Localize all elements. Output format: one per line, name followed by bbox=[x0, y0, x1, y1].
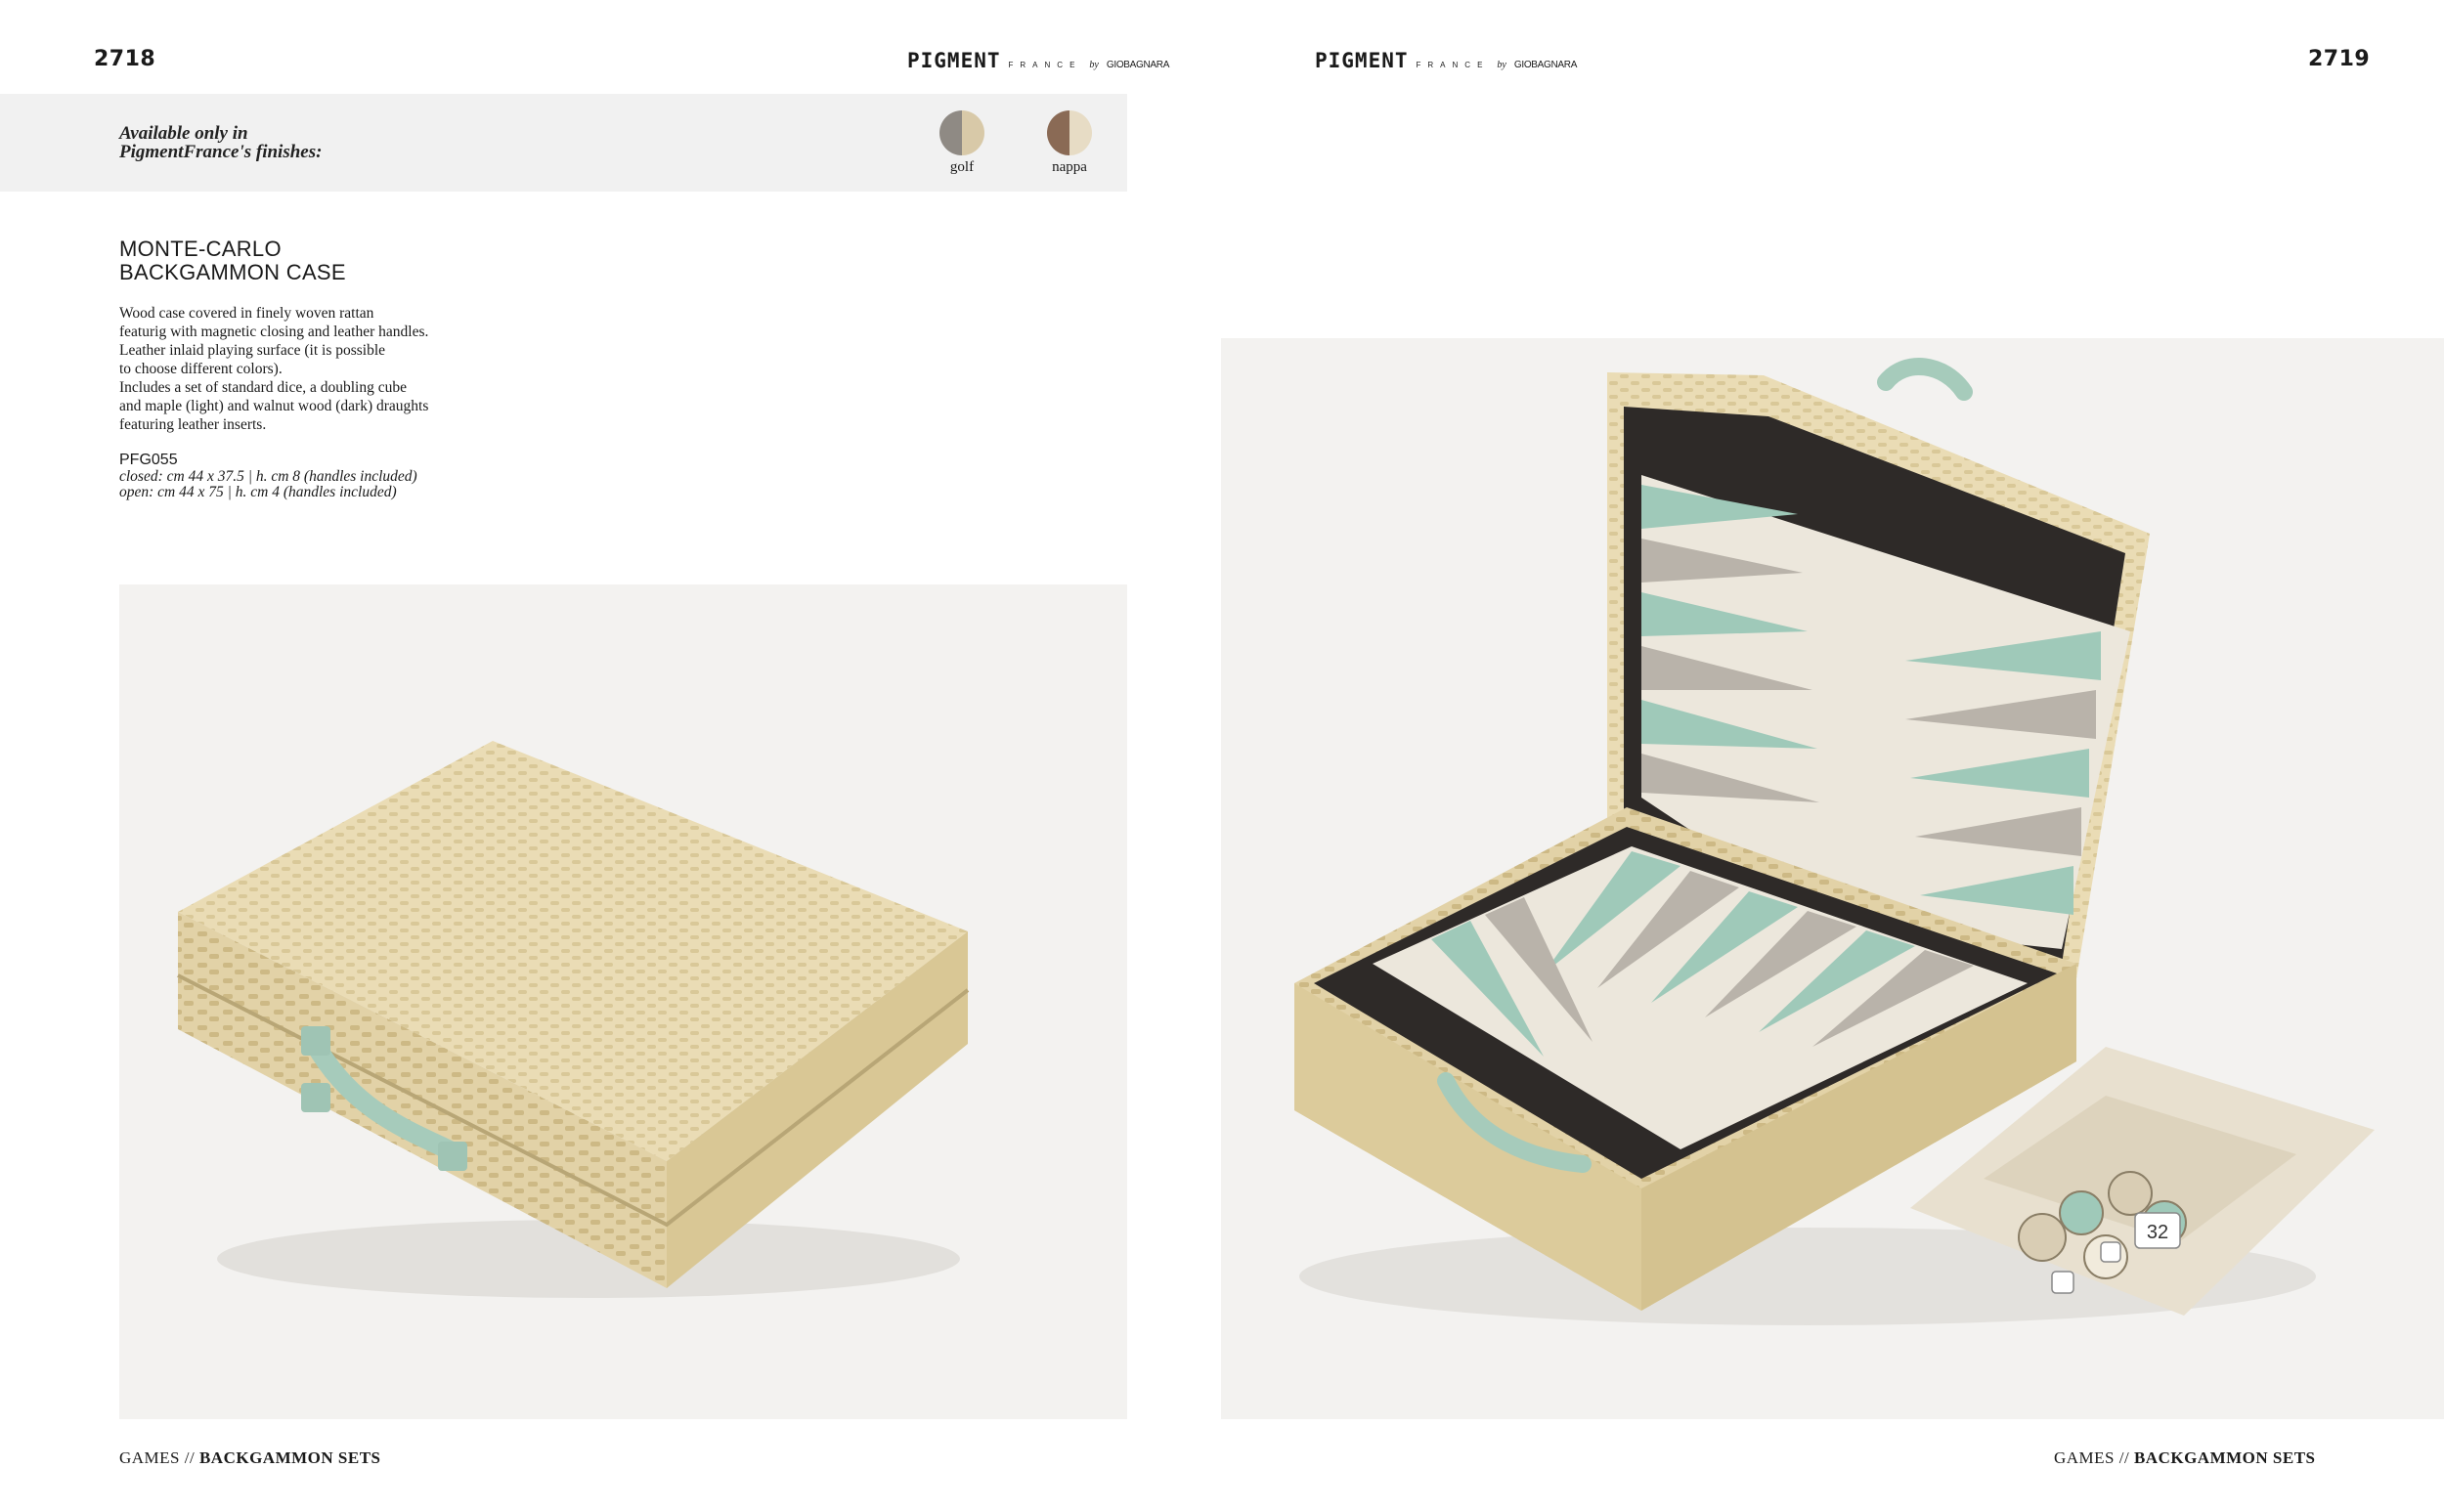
product-code: PFG055 bbox=[119, 452, 178, 468]
photo-closed-case bbox=[119, 584, 1127, 1419]
open-case-illustration: 32 bbox=[1294, 358, 2375, 1325]
product-title: MONTE-CARLO BACKGAMMON CASE bbox=[119, 238, 346, 284]
description-line: Includes a set of standard dice, a doubl… bbox=[119, 379, 407, 396]
brand-name: PIGMENT bbox=[1315, 49, 1409, 72]
finish-swatch-golf bbox=[939, 110, 984, 155]
brand-logo-left: PIGMENT FRANCE by GIOBAGNARA bbox=[907, 49, 1169, 72]
finish-label-nappa: nappa bbox=[1052, 159, 1087, 175]
finishes-intro-line1: Available only in bbox=[119, 123, 248, 144]
finishes-intro-line2: PigmentFrance's finishes: bbox=[119, 142, 323, 162]
description-line: Leather inlaid playing surface (it is po… bbox=[119, 342, 386, 359]
brand-name: PIGMENT bbox=[907, 49, 1001, 72]
description-line: featurig with magnetic closing and leath… bbox=[119, 324, 429, 340]
page-number-right: 2719 bbox=[2308, 47, 2371, 71]
golf-swatch-icon bbox=[939, 110, 984, 155]
dimensions-closed: closed: cm 44 x 37.5 | h. cm 8 (handles … bbox=[119, 468, 417, 485]
brand-logo-right: PIGMENT FRANCE by GIOBAGNARA bbox=[1315, 49, 1577, 72]
brand-by: by bbox=[1089, 60, 1099, 70]
footer-category: GAMES // bbox=[2054, 1448, 2130, 1467]
footer-category: GAMES // bbox=[119, 1448, 196, 1467]
brand-maker: GIOBAGNARA bbox=[1106, 60, 1170, 70]
product-title-line1: MONTE-CARLO bbox=[119, 237, 282, 261]
photo-open-case: 32 bbox=[1221, 338, 2444, 1419]
finish-label-golf: golf bbox=[949, 159, 975, 175]
footer-right: GAMES // BACKGAMMON SETS bbox=[2054, 1448, 2316, 1468]
description-line: Wood case covered in finely woven rattan bbox=[119, 305, 374, 322]
lid-handle bbox=[1877, 358, 1973, 401]
closed-case-illustration bbox=[177, 741, 970, 1298]
product-description: Wood case covered in finely woven rattan… bbox=[119, 304, 549, 434]
footer-subcategory: BACKGAMMON SETS bbox=[2133, 1448, 2316, 1467]
nappa-swatch-icon bbox=[1047, 110, 1092, 155]
footer-left: GAMES // BACKGAMMON SETS bbox=[119, 1448, 381, 1468]
description-line: and maple (light) and walnut wood (dark)… bbox=[119, 398, 429, 414]
description-line: to choose different colors). bbox=[119, 361, 283, 377]
product-title-line2: BACKGAMMON CASE bbox=[119, 260, 346, 284]
brand-sub: FRANCE bbox=[1416, 61, 1490, 69]
description-line: featuring leather inserts. bbox=[119, 416, 267, 433]
brand-sub: FRANCE bbox=[1008, 61, 1082, 69]
finishes-intro: Available only in PigmentFrance's finish… bbox=[119, 124, 322, 161]
brand-maker: GIOBAGNARA bbox=[1513, 60, 1578, 70]
footer-subcategory: BACKGAMMON SETS bbox=[198, 1448, 381, 1467]
brand-by: by bbox=[1497, 60, 1506, 70]
finish-swatch-nappa bbox=[1047, 110, 1092, 155]
dimensions-open: open: cm 44 x 75 | h. cm 4 (handles incl… bbox=[119, 484, 397, 500]
page-number-left: 2718 bbox=[94, 47, 156, 71]
doubling-cube-value: 32 bbox=[2147, 1222, 2168, 1243]
product-dimensions: closed: cm 44 x 37.5 | h. cm 8 (handles … bbox=[119, 469, 417, 500]
